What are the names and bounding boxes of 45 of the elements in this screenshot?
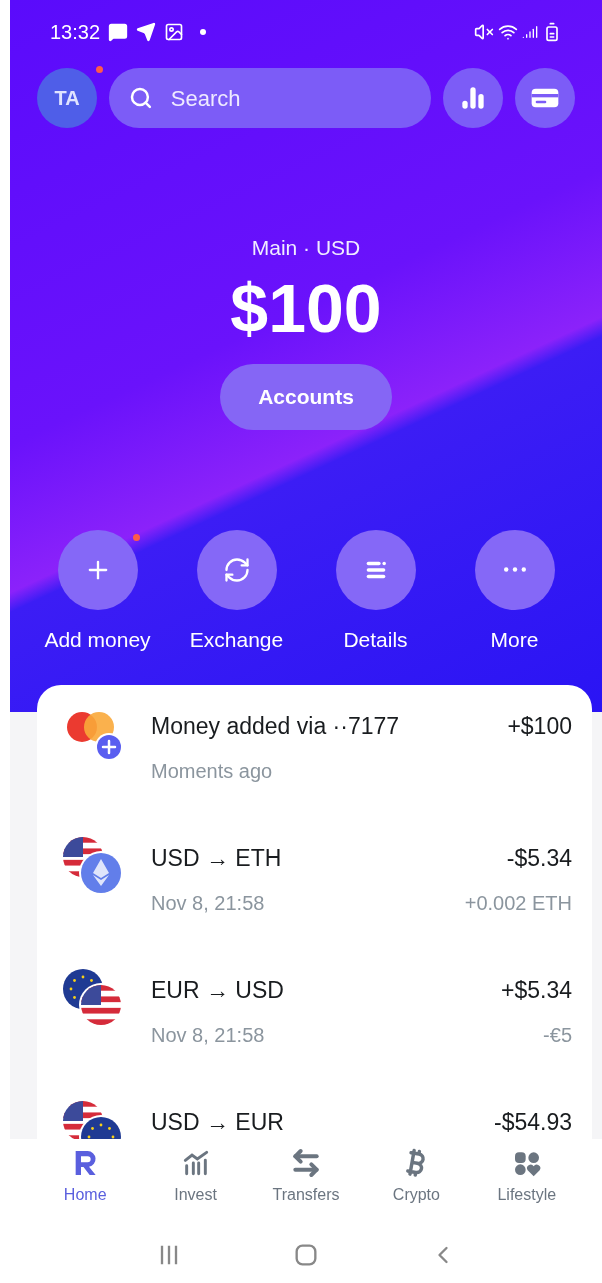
wifi-icon [498, 22, 518, 42]
action-button[interactable]: Details [306, 529, 445, 655]
transaction-time: Nov 8, 21:58 [151, 1022, 265, 1048]
mute-icon [474, 22, 494, 42]
search-bar[interactable]: Search [109, 68, 431, 128]
ethereum-coin-icon [79, 851, 123, 895]
transaction-row[interactable]: Money added via ··7177 +$100 Moments ago [57, 697, 572, 829]
message-icon [108, 22, 129, 42]
transaction-amount: -$54.93 [494, 1108, 572, 1137]
nav-tab[interactable]: Invest [140, 1147, 251, 1227]
transaction-time: Moments ago [151, 758, 273, 784]
action-button[interactable]: More [445, 529, 584, 655]
nav-tab[interactable]: Home [30, 1147, 141, 1227]
more-icon [503, 567, 526, 572]
search-input[interactable]: Search [170, 81, 411, 115]
signal-icon [522, 24, 538, 40]
us-flag-icon [81, 985, 121, 1025]
transaction-time: Nov 8, 21:58 [151, 890, 265, 916]
transaction-secondary-amount: +0.002 ETH [464, 890, 572, 916]
transaction-title: USD → ETH [151, 844, 282, 873]
transaction-title: EUR → USD [151, 976, 284, 1005]
accounts-button[interactable]: Accounts [220, 363, 392, 430]
send-icon [136, 22, 157, 42]
action-button[interactable]: Add money [28, 529, 167, 655]
action-button[interactable]: Exchange [167, 529, 306, 655]
transaction-title: USD → EUR [151, 1108, 284, 1137]
transaction-amount: -$5.34 [506, 844, 572, 873]
avatar[interactable]: TA [37, 68, 97, 128]
cards-button[interactable] [515, 68, 575, 128]
transfer-arrows-icon [290, 1147, 322, 1179]
transaction-title: Money added via ··7177 [151, 712, 400, 741]
balance-amount: $100 [230, 273, 382, 342]
account-label: Main · USD [251, 235, 361, 261]
transaction-amount: +$100 [507, 712, 572, 741]
nav-tab[interactable]: Lifestyle [471, 1147, 582, 1227]
analytics-button[interactable] [443, 68, 503, 128]
image-icon [164, 22, 185, 42]
exchange-icon [222, 555, 251, 584]
status-time: 13:32 [50, 20, 101, 45]
transaction-row[interactable]: EUR → USD +$5.34 Nov 8, 21:58 -€5 [57, 961, 572, 1093]
transaction-amount: +$5.34 [501, 976, 572, 1005]
transaction-secondary-amount: -€5 [543, 1022, 572, 1048]
nav-tab[interactable]: Crypto [361, 1147, 472, 1227]
nav-tab[interactable]: Transfers [250, 1147, 362, 1227]
transaction-row[interactable]: USD → ETH -$5.34 Nov 8, 21:58 +0.002 ETH [57, 829, 572, 961]
